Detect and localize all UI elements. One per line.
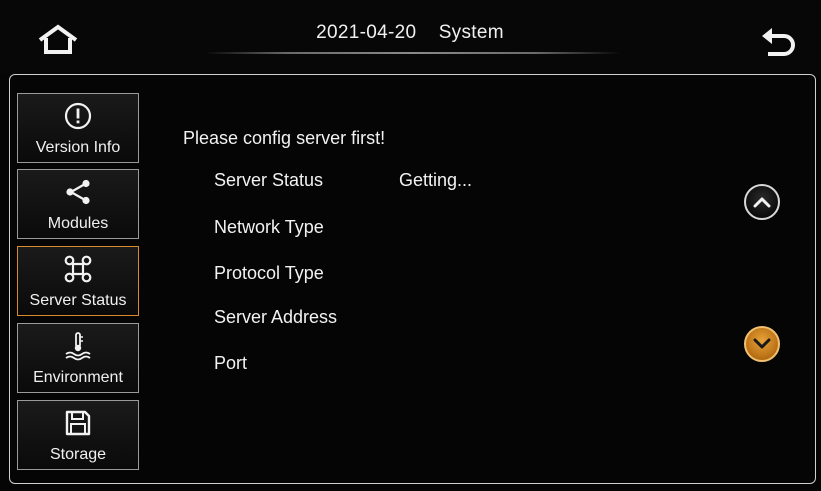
temperature-icon [65, 332, 91, 361]
command-icon [64, 255, 92, 283]
field-label-port: Port [214, 353, 248, 373]
field-label-server-status: Server Status [214, 170, 324, 190]
sidebar-item-label: Modules [47, 215, 109, 232]
share-icon [66, 179, 90, 205]
sidebar-item-label: Storage [49, 446, 107, 463]
chevron-up-icon [753, 197, 771, 208]
scroll-up-button[interactable] [744, 184, 780, 220]
page-title: 2021-04-20 System [260, 22, 560, 44]
field-label-network-type: Network Type [214, 217, 324, 237]
config-notice: Please config server first! [183, 128, 386, 148]
sidebar-item-label: Server Status [29, 292, 127, 309]
home-icon [38, 24, 78, 54]
sidebar-item-version-info[interactable]: Version Info [17, 93, 139, 163]
sidebar-item-storage[interactable]: Storage [17, 400, 139, 470]
field-label-server-address: Server Address [214, 307, 338, 327]
header-bar: 2021-04-20 System [0, 0, 821, 74]
title-underline [205, 52, 620, 54]
sidebar-item-modules[interactable]: Modules [17, 169, 139, 239]
back-arrow-icon [762, 28, 795, 56]
sidebar-item-label: Version Info [35, 139, 121, 156]
sidebar-item-server-status[interactable]: Server Status [17, 246, 139, 316]
system-screen: 2021-04-20 System Version Info Modules S… [0, 0, 821, 491]
chevron-down-icon [753, 338, 771, 349]
sidebar-item-environment[interactable]: Environment [17, 323, 139, 393]
info-icon [64, 102, 92, 130]
home-button[interactable] [36, 22, 80, 58]
field-value-server-status: Getting... [399, 170, 473, 190]
header-title: System [438, 22, 504, 43]
scroll-down-button[interactable] [744, 326, 780, 362]
header-date: 2021-04-20 [316, 22, 417, 43]
back-button[interactable] [756, 22, 800, 62]
field-label-protocol-type: Protocol Type [214, 263, 324, 283]
sidebar-item-label: Environment [33, 369, 123, 386]
floppy-disk-icon [65, 410, 91, 436]
